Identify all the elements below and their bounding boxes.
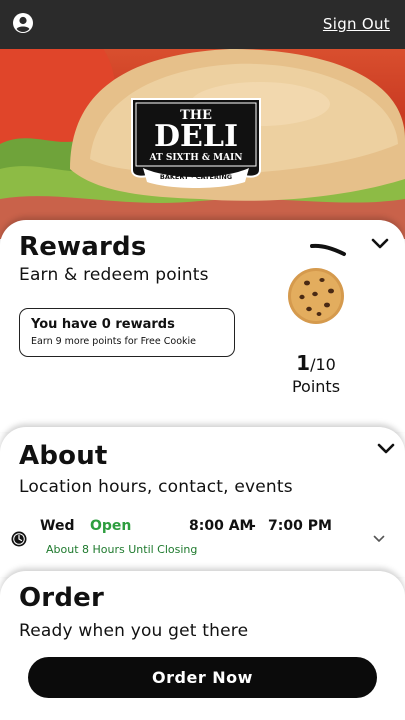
opening-time: 8:00 AM bbox=[189, 518, 254, 534]
logo-deli: DELI bbox=[154, 119, 238, 154]
about-card[interactable]: About Location hours, contact, events We… bbox=[0, 427, 405, 577]
hours-day: Wed bbox=[40, 518, 75, 534]
chevron-down-icon[interactable] bbox=[373, 535, 385, 543]
order-title: Order bbox=[19, 583, 104, 613]
rewards-title: Rewards bbox=[19, 232, 147, 262]
account-icon[interactable] bbox=[12, 12, 34, 34]
clock-icon bbox=[11, 531, 27, 547]
rewards-subtitle: Earn & redeem points bbox=[19, 265, 209, 285]
about-subtitle: Location hours, contact, events bbox=[19, 477, 293, 497]
top-bar: Sign Out bbox=[0, 0, 405, 49]
logo-location: AT SIXTH & MAIN bbox=[149, 153, 243, 163]
chevron-down-icon[interactable] bbox=[371, 238, 389, 250]
points-total: /10 bbox=[310, 355, 336, 374]
rewards-status-box: You have 0 rewards Earn 9 more points fo… bbox=[19, 308, 235, 357]
rewards-count: You have 0 rewards bbox=[31, 317, 175, 332]
hours-row[interactable]: Wed Open 8:00 AM - 7:00 PM About 8 Hours… bbox=[0, 515, 405, 559]
order-card: Order Ready when you get there Order Now bbox=[0, 571, 405, 720]
logo-tagline: BAKERY · CATERING bbox=[160, 173, 232, 181]
chevron-down-icon[interactable] bbox=[377, 443, 395, 455]
rewards-next-goal: Earn 9 more points for Free Cookie bbox=[31, 336, 196, 347]
points-label: Points bbox=[291, 377, 341, 396]
deli-logo: THE DELI AT SIXTH & MAIN BAKERY · CATERI… bbox=[129, 96, 263, 188]
about-title: About bbox=[19, 441, 108, 471]
points-current: 1 bbox=[296, 351, 311, 375]
time-separator: - bbox=[250, 518, 256, 534]
hours-until-closing: About 8 Hours Until Closing bbox=[46, 543, 198, 556]
cookie-icon bbox=[288, 268, 344, 324]
hero-banner: THE DELI AT SIXTH & MAIN BAKERY · CATERI… bbox=[0, 49, 405, 239]
open-status-badge: Open bbox=[90, 518, 132, 534]
order-now-button[interactable]: Order Now bbox=[28, 657, 377, 698]
order-subtitle: Ready when you get there bbox=[19, 621, 249, 641]
points-progress-arc bbox=[310, 243, 346, 256]
points-count: 1/10 bbox=[290, 351, 342, 375]
closing-time: 7:00 PM bbox=[268, 518, 332, 534]
rewards-card[interactable]: Rewards Earn & redeem points You have 0 … bbox=[0, 220, 405, 432]
sign-out-link[interactable]: Sign Out bbox=[323, 15, 390, 33]
